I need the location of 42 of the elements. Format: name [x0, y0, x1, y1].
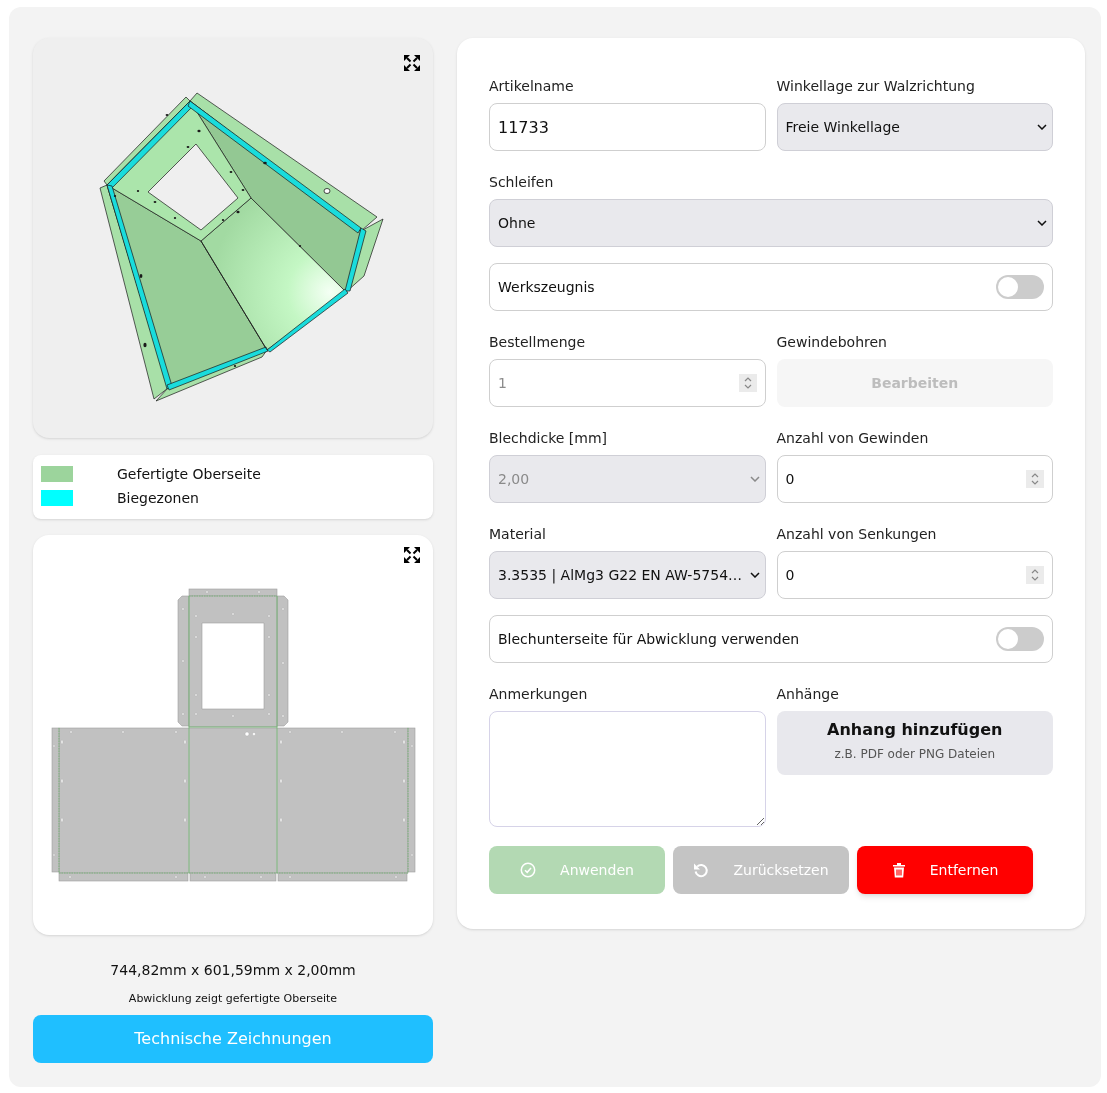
select-field[interactable]: Freie Winkellage: [776, 103, 1053, 151]
sheet-metal-part-drawing[interactable]: [98, 90, 386, 404]
field-label: Winkellage zur Walzrichtung: [776, 77, 975, 96]
toggle-label: Werkszeugnis: [498, 278, 595, 297]
trash-icon: [891, 862, 906, 878]
field-label: Blechdicke [mm]: [489, 429, 608, 448]
field-label: Schleifen: [489, 173, 554, 192]
expand-icon[interactable]: [404, 55, 420, 71]
field-label: Artikelname: [489, 77, 574, 96]
number-field[interactable]: 0: [776, 455, 1053, 503]
toggle-switch[interactable]: [996, 275, 1044, 299]
chevron-down-icon: [749, 476, 760, 482]
chevron-down-icon: [749, 572, 760, 578]
toggle-switch[interactable]: [996, 627, 1044, 651]
field-label: Anmerkungen: [489, 685, 588, 704]
field-label: Bestellmenge: [489, 333, 586, 352]
select-field[interactable]: Ohne: [489, 199, 1053, 247]
caption-text: Abwicklung zeigt gefertigte Oberseite: [128, 991, 338, 1007]
flat-pattern-drawing[interactable]: [50, 587, 417, 883]
number-field[interactable]: 1: [489, 359, 766, 407]
field-label: Material: [489, 525, 546, 544]
toggle-label: Blechunterseite für Abwicklung verwenden: [498, 630, 800, 649]
upload-button[interactable]: Anhang hinzufügen z.B. PDF oder PNG Dateien: [776, 711, 1053, 775]
chevron-down-icon: [1037, 220, 1047, 226]
legend-label: Biegezonen: [117, 489, 199, 508]
chevron-down-icon: [1037, 124, 1047, 130]
field-label: Anhänge: [776, 685, 839, 704]
text-field[interactable]: 11733: [489, 103, 766, 151]
field-label: Gewindebohren: [776, 333, 887, 352]
notes-field[interactable]: [489, 711, 766, 827]
expand-icon[interactable]: [404, 547, 420, 563]
legend-label: Gefertigte Oberseite: [117, 465, 261, 484]
spinner-icon[interactable]: [1026, 566, 1044, 584]
undo-icon: [693, 862, 710, 878]
select-field[interactable]: 3.3535 | AlMg3 G22 EN AW-5754…: [489, 551, 766, 599]
spinner-icon[interactable]: [1026, 470, 1044, 488]
dimensions-text: 744,82mm x 601,59mm x 2,00mm: [110, 961, 356, 980]
delete-button[interactable]: Entfernen: [857, 846, 1033, 894]
check-circle-icon: [520, 862, 537, 878]
field-label: Anzahl von Gewinden: [776, 429, 929, 448]
field-label: Anzahl von Senkungen: [776, 525, 937, 544]
number-field[interactable]: 0: [776, 551, 1053, 599]
